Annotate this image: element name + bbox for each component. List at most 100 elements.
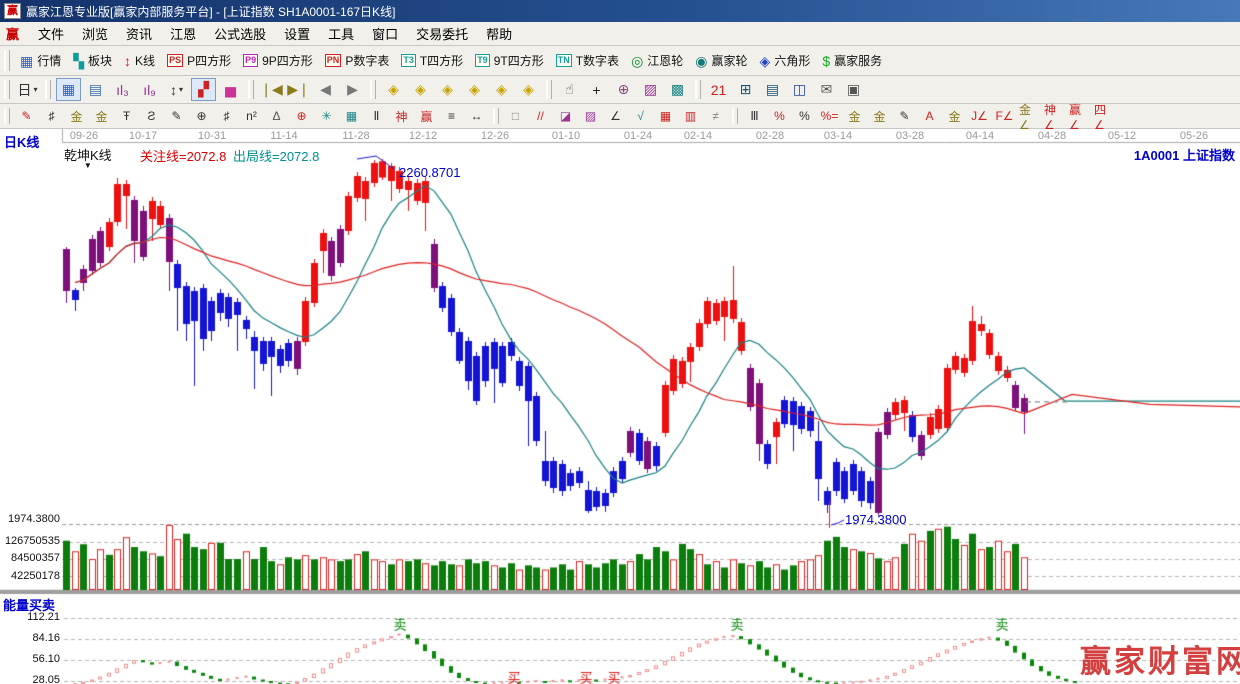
gann-diamond-right-icon[interactable]: ◈	[408, 78, 433, 101]
gann-diamond-h-icon[interactable]: ◈	[435, 78, 460, 101]
gann-circle-icon[interactable]: ⊕	[290, 106, 313, 127]
f-angle-icon[interactable]: F∠	[993, 106, 1016, 127]
draw-pen2-icon[interactable]: ✎	[893, 106, 916, 127]
last-page-icon[interactable]: ▶❘	[286, 78, 311, 101]
kline-button[interactable]: ↕K线	[118, 49, 161, 73]
fan-lines-icon[interactable]: //	[529, 106, 552, 127]
ruler-tool-icon[interactable]: ≡	[440, 106, 463, 127]
calculator-icon[interactable]: ⊞	[733, 78, 758, 101]
t-number-table-button[interactable]: TNT数字表	[550, 49, 625, 73]
pencil-tool-icon[interactable]: ✎	[165, 106, 188, 127]
pattern-1-icon[interactable]: ▨	[638, 78, 663, 101]
gann-diamond-star-icon[interactable]: ◈	[489, 78, 514, 101]
gann-diamond-left-icon[interactable]: ◈	[381, 78, 406, 101]
shen-angle-icon[interactable]: 神∠	[1043, 106, 1066, 127]
value-axis-label: 28.05	[2, 674, 60, 684]
t-square-button[interactable]: T3T四方形	[395, 49, 469, 73]
shen-tool-icon[interactable]: 神	[390, 106, 413, 127]
angle-lines-icon[interactable]: ∠	[604, 106, 627, 127]
winner-wheel-button[interactable]: ◉赢家轮	[689, 49, 753, 73]
color-histogram-icon[interactable]: ▅	[218, 78, 243, 101]
gold-circle-icon[interactable]: 金	[843, 106, 866, 127]
comb-tool-icon[interactable]: ♯	[215, 106, 238, 127]
star-wheel-icon[interactable]: ✳	[315, 106, 338, 127]
period-daily-button[interactable]: 日▾	[15, 78, 40, 101]
bars-3-icon[interactable]: ıl₃	[110, 78, 135, 101]
menu-item-2[interactable]: 资讯	[117, 22, 161, 45]
wave-check-icon[interactable]: √	[629, 106, 652, 127]
kline-chart-canvas[interactable]	[0, 129, 1240, 684]
gold-grid2-icon[interactable]: 金	[90, 106, 113, 127]
menu-item-9[interactable]: 帮助	[477, 22, 521, 45]
candle-style-button[interactable]: ↕▾	[164, 78, 189, 101]
menu-item-8[interactable]: 交易委托	[407, 22, 477, 45]
menu-item-3[interactable]: 江恩	[161, 22, 205, 45]
calendar-icon[interactable]: 21	[706, 78, 731, 101]
gold-angle-icon[interactable]: 金∠	[1018, 106, 1041, 127]
spiral-tool-icon[interactable]: Ƨ	[140, 106, 163, 127]
quotes-button[interactable]: ▦行情	[14, 49, 67, 73]
fan-box-icon[interactable]: ◪	[554, 106, 577, 127]
p-number-table-button[interactable]: PNP数字表	[319, 49, 396, 73]
menu-item-7[interactable]: 窗口	[363, 22, 407, 45]
gann-wheel-button[interactable]: ◎江恩轮	[625, 49, 689, 73]
ying-angle-icon[interactable]: 赢∠	[1068, 106, 1091, 127]
slash-grid-icon[interactable]: ≠	[704, 106, 727, 127]
hand-tool-icon[interactable]: ☝	[557, 78, 582, 101]
nine-t-square-icon: T9	[475, 54, 490, 67]
gann-diamond-cross-icon[interactable]: ◈	[462, 78, 487, 101]
gold-level-icon[interactable]: 金	[868, 106, 891, 127]
j-angle-icon[interactable]: J∠	[968, 106, 991, 127]
percent-icon[interactable]: %	[793, 106, 816, 127]
gold-under-icon[interactable]: 金	[943, 106, 966, 127]
bars-9-icon[interactable]: ıl₉	[137, 78, 162, 101]
nine-p-square-button[interactable]: P99P四方形	[237, 49, 319, 73]
clipboard-icon[interactable]: ▤	[83, 78, 108, 101]
k-marks-icon[interactable]: Ⅱ	[365, 106, 388, 127]
kline-type-dropdown[interactable]: 乾坤K线 ▼	[64, 145, 112, 170]
grid-tool-icon[interactable]: ♯	[40, 106, 63, 127]
box-lines-icon[interactable]: ▨	[579, 106, 602, 127]
crosshair-tool-icon[interactable]: +	[584, 78, 609, 101]
web-grid-icon[interactable]: ▦	[340, 106, 363, 127]
measure-tool-icon[interactable]: ↔	[465, 106, 488, 127]
price-bars-icon[interactable]: Ⅲ	[743, 106, 766, 127]
sectors-button[interactable]: ▚板块	[67, 49, 118, 73]
p-square-button[interactable]: PSP四方形	[161, 49, 237, 73]
prev-page-icon[interactable]: ◀	[313, 78, 338, 101]
circle3-tool-icon[interactable]: ⊕	[190, 106, 213, 127]
print-icon[interactable]: ▣	[841, 78, 866, 101]
menu-item-5[interactable]: 设置	[275, 22, 319, 45]
first-page-icon[interactable]: ❘◀	[259, 78, 284, 101]
menu-item-0[interactable]: 文件	[29, 22, 73, 45]
dense-grid-icon[interactable]: ▥	[679, 106, 702, 127]
export-icon[interactable]: ✉	[814, 78, 839, 101]
notes-icon[interactable]: ▤	[760, 78, 785, 101]
angle-tool-icon[interactable]: Δ	[265, 106, 288, 127]
nine-t-square-button[interactable]: T99T四方形	[469, 49, 550, 73]
gann-diamond-all-icon[interactable]: ◈	[516, 78, 541, 101]
box-tool-icon[interactable]: □	[504, 106, 527, 127]
network-view-icon[interactable]: ▦	[56, 78, 81, 101]
save-icon[interactable]: ◫	[787, 78, 812, 101]
n2-tool-icon[interactable]: n²	[240, 106, 263, 127]
ying-tool-icon[interactable]: 赢	[415, 106, 438, 127]
menu-item-1[interactable]: 浏览	[73, 22, 117, 45]
menu-item-6[interactable]: 工具	[319, 22, 363, 45]
red-grid-icon[interactable]: ▦	[654, 106, 677, 127]
pattern-2-icon[interactable]: ▩	[665, 78, 690, 101]
gold-grid-icon[interactable]: 金	[65, 106, 88, 127]
f-tool-icon[interactable]: Ŧ	[115, 106, 138, 127]
zoom-tool-icon[interactable]: ⊕	[611, 78, 636, 101]
pen-tool-icon[interactable]: ✎	[15, 106, 38, 127]
percent-line-icon[interactable]: %	[768, 106, 791, 127]
special-k-icon[interactable]: ▞	[191, 78, 216, 101]
hexagon-button[interactable]: ◈六角形	[754, 49, 817, 73]
four-angle-icon[interactable]: 四∠	[1093, 106, 1116, 127]
period-label[interactable]: 日K线	[4, 132, 39, 151]
percent-level-icon[interactable]: %=	[818, 106, 841, 127]
winner-service-button[interactable]: $赢家服务	[816, 49, 888, 73]
next-page-icon[interactable]: ▶	[340, 78, 365, 101]
menu-item-4[interactable]: 公式选股	[205, 22, 275, 45]
double-a-icon[interactable]: A	[918, 106, 941, 127]
